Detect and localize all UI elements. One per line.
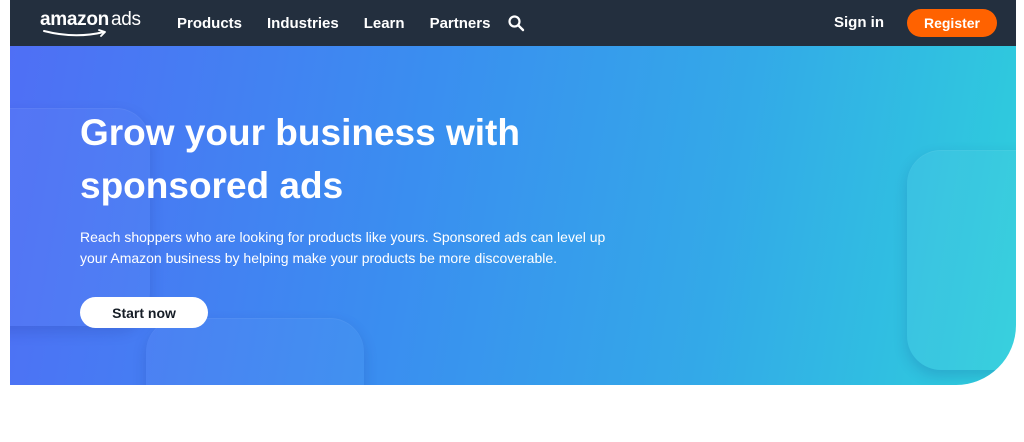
hero-title-line: Grow your business with: [80, 112, 520, 153]
nav-industries[interactable]: Industries: [267, 15, 339, 32]
top-nav: amazon ads Products Industries Learn Part…: [10, 0, 1016, 46]
amazon-ads-logo[interactable]: amazon ads: [40, 9, 141, 39]
nav-partners[interactable]: Partners: [430, 15, 491, 32]
sign-in-link[interactable]: Sign in: [834, 14, 884, 31]
register-button[interactable]: Register: [907, 9, 997, 37]
nav-learn[interactable]: Learn: [364, 15, 405, 32]
page-frame: amazon ads Products Industries Learn Part…: [10, 0, 1016, 385]
decorative-tile: [146, 318, 364, 385]
hero-title: Grow your business with sponsored ads: [80, 106, 600, 212]
hero-subtitle-line: Reach shoppers who are looking for produ…: [80, 229, 606, 245]
logo-brand: amazon: [40, 9, 109, 30]
primary-nav: Products Industries Learn Partners: [177, 0, 515, 46]
start-now-button[interactable]: Start now: [80, 297, 208, 328]
hero-banner: Grow your business with sponsored ads Re…: [10, 46, 1016, 385]
decorative-tile: [907, 150, 1016, 370]
logo-product: ads: [110, 9, 141, 30]
hero-title-line: sponsored ads: [80, 165, 344, 206]
search-icon[interactable]: [507, 14, 525, 32]
hero-subtitle-line: your Amazon business by helping make you…: [80, 250, 558, 266]
nav-products[interactable]: Products: [177, 15, 242, 32]
smile-arrow-icon: [43, 29, 106, 37]
hero-subtitle: Reach shoppers who are looking for produ…: [80, 227, 660, 269]
